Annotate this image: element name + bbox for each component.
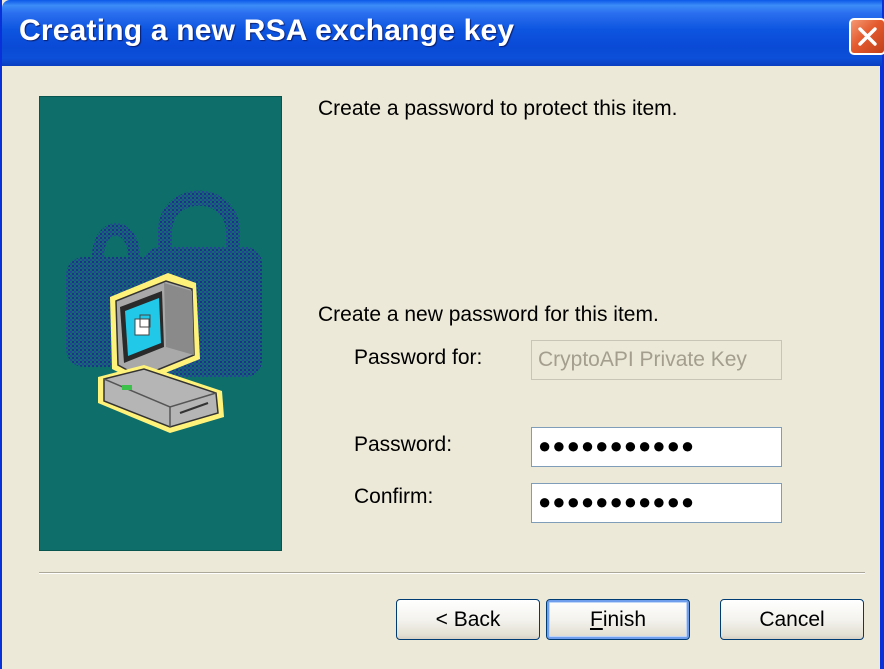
confirm-label: Confirm:: [354, 485, 434, 508]
instruction-text: Create a password to protect this item.: [318, 97, 678, 120]
password-label: Password:: [354, 433, 453, 456]
wizard-side-panel: [39, 96, 282, 551]
cancel-button[interactable]: Cancel: [720, 599, 864, 640]
confirm-password-field[interactable]: ●●●●●●●●●●●: [531, 483, 782, 523]
finish-button[interactable]: Finish: [546, 599, 690, 640]
window-title: Creating a new RSA exchange key: [19, 14, 515, 47]
separator: [39, 572, 865, 574]
password-for-field: CryptoAPI Private Key: [531, 340, 782, 380]
locked-computer-icon: [66, 190, 262, 433]
finish-label: inish: [602, 608, 647, 631]
close-icon: [858, 27, 877, 46]
password-field[interactable]: ●●●●●●●●●●●: [531, 427, 782, 467]
password-for-label: Password for:: [354, 346, 483, 369]
close-button[interactable]: [849, 18, 884, 55]
finish-mnemonic: F: [589, 608, 603, 631]
title-bar[interactable]: Creating a new RSA exchange key: [2, 0, 884, 66]
sub-instruction-text: Create a new password for this item.: [318, 303, 659, 326]
back-button[interactable]: < Back: [396, 599, 540, 640]
dialog-window: Creating a new RSA exchange key Create a…: [0, 0, 884, 669]
